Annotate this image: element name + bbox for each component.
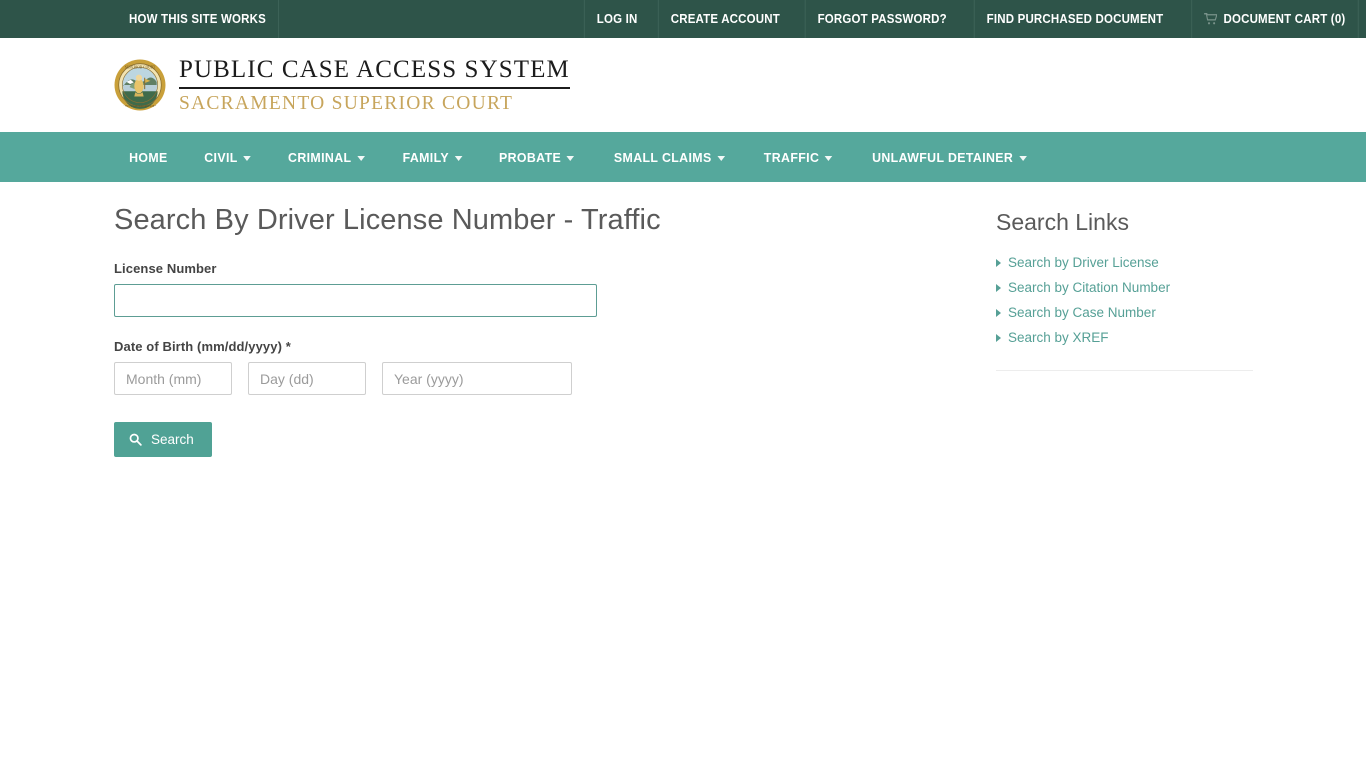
top-utility-bar: HOW THIS SITE WORKS LOG IN CREATE ACCOUN… <box>0 0 1366 38</box>
main-navigation: HOME CIVIL CRIMINAL FAMILY PROBATE SMALL… <box>0 132 1366 182</box>
date-of-birth-label: Date of Birth (mm/dd/yyyy) * <box>114 339 291 354</box>
top-link-label: FORGOT PASSWORD? <box>817 12 947 26</box>
top-link-log-in[interactable]: LOG IN <box>583 0 650 38</box>
nav-item-label: FAMILY <box>402 149 449 165</box>
triangle-right-icon <box>996 258 1001 267</box>
page-content: Search By Driver License Number - Traffi… <box>113 182 1253 457</box>
chevron-down-icon <box>1018 155 1027 161</box>
nav-item-label: SMALL CLAIMS <box>613 149 712 165</box>
top-link-forgot-password[interactable]: FORGOT PASSWORD? <box>804 0 959 38</box>
svg-text:COUNTY OF SACRAMENTO: COUNTY OF SACRAMENTO <box>118 104 162 108</box>
sidebar-link-label: Search by XREF <box>1008 330 1109 345</box>
nav-item-family[interactable]: FAMILY <box>386 132 478 182</box>
top-link-label: HOW THIS SITE WORKS <box>128 12 267 26</box>
top-link-find-purchased-document[interactable]: FIND PURCHASED DOCUMENT <box>974 0 1176 38</box>
top-link-label: LOG IN <box>596 12 638 26</box>
chevron-down-icon <box>717 155 725 161</box>
search-button[interactable]: Search <box>114 422 212 457</box>
search-form-column: Search By Driver License Number - Traffi… <box>113 204 968 457</box>
search-links-sidebar: Search Links Search by Driver License Se… <box>968 204 1253 457</box>
top-link-create-account[interactable]: CREATE ACCOUNT <box>657 0 792 38</box>
sidebar-link-label: Search by Citation Number <box>1008 280 1171 295</box>
sidebar-link-search-by-citation-number[interactable]: Search by Citation Number <box>996 275 1253 300</box>
chevron-down-icon <box>454 155 462 161</box>
nav-item-probate[interactable]: PROBATE <box>483 132 591 182</box>
top-link-label: DOCUMENT CART (0) <box>1223 12 1346 26</box>
sidebar-link-search-by-xref[interactable]: Search by XREF <box>996 325 1253 350</box>
nav-item-criminal[interactable]: CRIMINAL <box>272 132 381 182</box>
sidebar-title: Search Links <box>996 209 1129 235</box>
nav-item-label: TRAFFIC <box>763 149 819 165</box>
top-link-how-this-site-works[interactable]: HOW THIS SITE WORKS <box>117 0 279 38</box>
sidebar-divider <box>996 370 1253 371</box>
chevron-down-icon <box>824 155 833 161</box>
brand-text: PUBLIC CASE ACCESS SYSTEM SACRAMENTO SUP… <box>179 55 570 114</box>
nav-item-label: UNLAWFUL DETAINER <box>872 149 1014 165</box>
chevron-down-icon <box>356 155 365 161</box>
sidebar-link-search-by-driver-license[interactable]: Search by Driver License <box>996 250 1253 275</box>
nav-item-unlawful-detainer[interactable]: UNLAWFUL DETAINER <box>856 132 1043 182</box>
nav-item-label: PROBATE <box>499 149 562 165</box>
shopping-cart-icon <box>1204 13 1218 25</box>
masthead: SUPERIOR COURT COUNTY OF SACRAMENTO PUBL… <box>0 38 1366 132</box>
sidebar-link-label: Search by Case Number <box>1008 305 1156 320</box>
site-title: PUBLIC CASE ACCESS SYSTEM <box>179 57 570 89</box>
nav-item-civil[interactable]: CIVIL <box>188 132 267 182</box>
sidebar-link-label: Search by Driver License <box>1008 255 1159 270</box>
nav-item-label: CRIMINAL <box>287 149 352 165</box>
nav-item-traffic[interactable]: TRAFFIC <box>747 132 848 182</box>
top-link-document-cart[interactable]: DOCUMENT CART (0) <box>1191 0 1359 38</box>
triangle-right-icon <box>996 308 1001 317</box>
dob-day-input[interactable] <box>248 362 366 395</box>
nav-item-small-claims[interactable]: SMALL CLAIMS <box>598 132 741 182</box>
nav-item-home[interactable]: HOME <box>115 132 184 182</box>
chevron-down-icon <box>567 155 575 161</box>
chevron-down-icon <box>243 155 251 161</box>
triangle-right-icon <box>996 333 1001 342</box>
nav-item-label: CIVIL <box>203 149 238 165</box>
search-icon <box>129 433 142 446</box>
dob-year-input[interactable] <box>382 362 572 395</box>
sidebar-link-search-by-case-number[interactable]: Search by Case Number <box>996 300 1253 325</box>
triangle-right-icon <box>996 283 1001 292</box>
license-number-label: License Number <box>114 261 217 276</box>
page-title: Search By Driver License Number - Traffi… <box>114 204 661 236</box>
top-link-label: CREATE ACCOUNT <box>670 12 781 26</box>
top-link-label: FIND PURCHASED DOCUMENT <box>986 12 1164 26</box>
license-number-input[interactable] <box>114 284 597 317</box>
site-subtitle: SACRAMENTO SUPERIOR COURT <box>179 92 514 114</box>
dob-month-input[interactable] <box>114 362 232 395</box>
court-seal-logo[interactable]: SUPERIOR COURT COUNTY OF SACRAMENTO <box>114 59 166 111</box>
nav-item-label: HOME <box>129 149 168 165</box>
date-of-birth-row <box>114 362 968 395</box>
svg-text:SUPERIOR COURT: SUPERIOR COURT <box>125 65 156 69</box>
search-button-label: Search <box>151 432 194 447</box>
